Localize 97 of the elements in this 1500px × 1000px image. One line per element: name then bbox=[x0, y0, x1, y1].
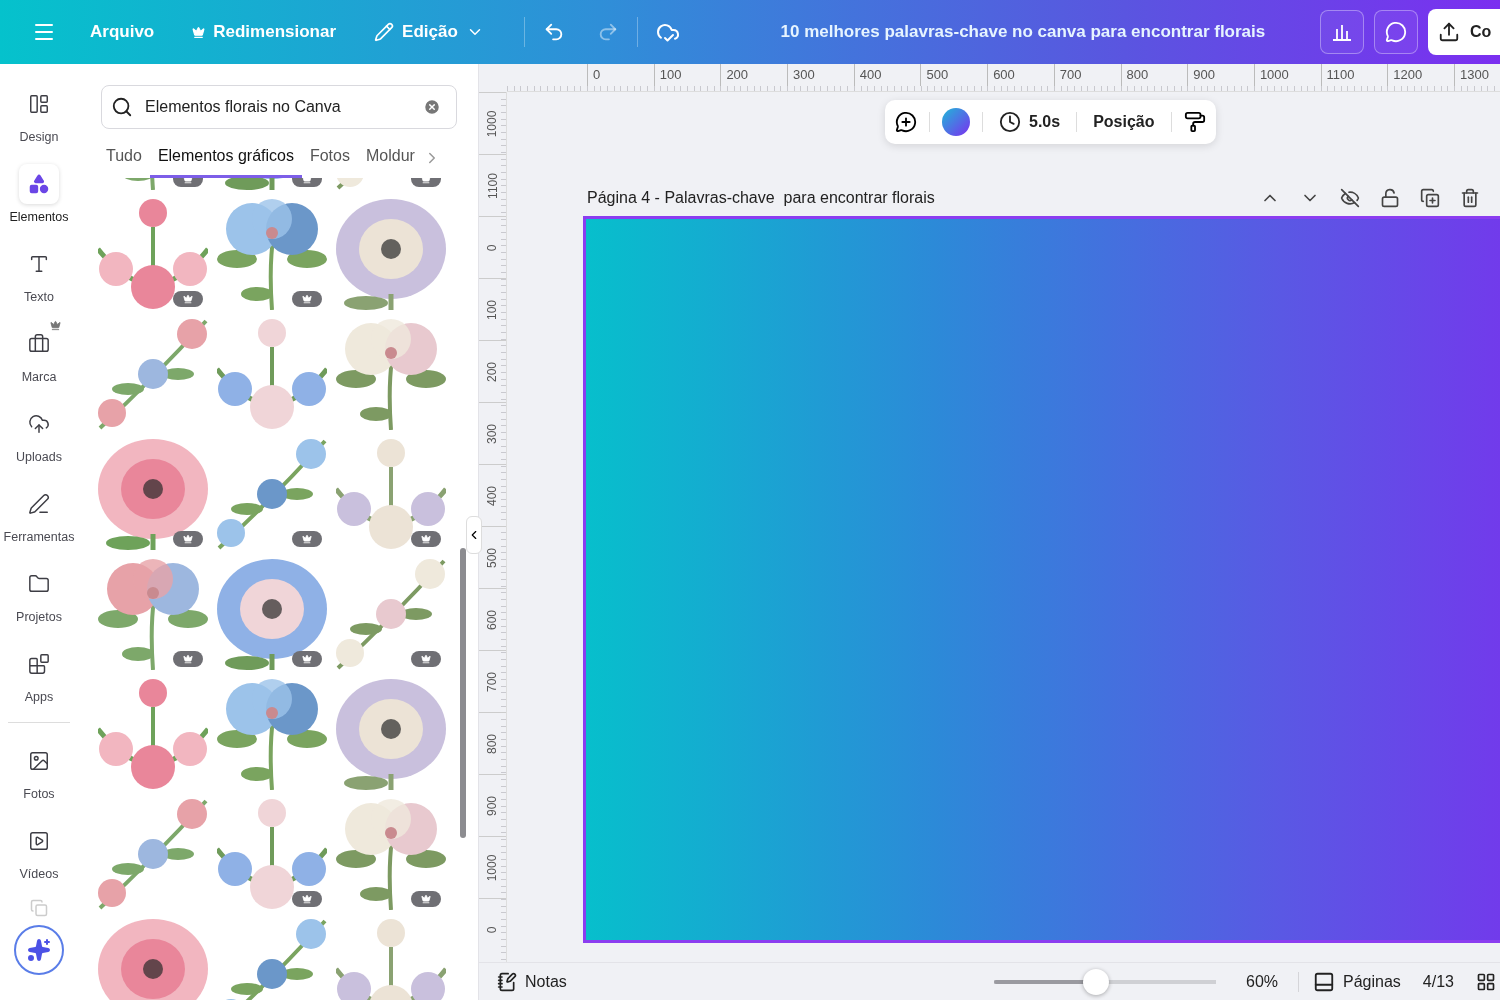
crown-icon bbox=[302, 294, 312, 304]
lock-icon[interactable] bbox=[1380, 188, 1400, 208]
ruler-label: 1100 bbox=[1320, 64, 1388, 86]
ruler-label: 700 bbox=[485, 671, 500, 692]
crown-icon bbox=[302, 534, 312, 544]
ruler-label: 700 bbox=[1053, 64, 1121, 86]
notes-button[interactable]: Notas bbox=[493, 967, 571, 996]
upload-icon bbox=[1438, 21, 1460, 43]
eye-off-icon[interactable] bbox=[1340, 188, 1360, 208]
document-title[interactable]: 10 melhores palavras-chave no canva para encontrar florais bbox=[685, 22, 1320, 42]
cloud-upload-icon bbox=[28, 413, 50, 435]
ruler-label: 1000 bbox=[485, 854, 500, 881]
ruler-label: 800 bbox=[485, 733, 500, 754]
speech-bubble-icon bbox=[1385, 21, 1407, 43]
pen-icon bbox=[28, 493, 50, 515]
sidebar-item[interactable]: Marca bbox=[0, 320, 78, 400]
briefcase-icon bbox=[28, 333, 50, 355]
crown-icon bbox=[302, 654, 312, 664]
ruler-label: 600 bbox=[485, 609, 500, 630]
page-count[interactable]: 4/13 bbox=[1418, 968, 1458, 995]
apps-icon bbox=[28, 653, 50, 675]
crown-icon bbox=[421, 894, 431, 904]
sidebar-item[interactable]: Design bbox=[0, 80, 78, 160]
sidebar-item[interactable]: Texto bbox=[0, 240, 78, 320]
slider-thumb[interactable] bbox=[1083, 968, 1110, 995]
folder-icon bbox=[28, 573, 50, 595]
duplicate-icon[interactable] bbox=[1420, 188, 1440, 208]
ruler-label: 500 bbox=[920, 64, 988, 86]
crown-icon bbox=[183, 654, 193, 664]
comment-button[interactable] bbox=[1374, 10, 1418, 54]
crown-icon bbox=[421, 654, 431, 664]
ruler-label: 400 bbox=[485, 485, 500, 506]
crown-icon bbox=[183, 294, 193, 304]
category-tab[interactable]: Moldur bbox=[357, 143, 423, 178]
comment-add-icon[interactable] bbox=[895, 111, 917, 133]
sidebar-item[interactable]: Fotos bbox=[0, 737, 78, 817]
ruler-label: 1000 bbox=[1253, 64, 1321, 86]
ruler-label: 900 bbox=[1187, 64, 1254, 86]
scrollbar-thumb[interactable] bbox=[460, 548, 466, 838]
crown-icon bbox=[421, 534, 431, 544]
ruler-label: 0 bbox=[485, 926, 500, 933]
pencil-icon bbox=[374, 22, 395, 42]
sidebar-item[interactable]: Vídeos bbox=[0, 817, 78, 897]
sidebar-item[interactable]: Elementos bbox=[0, 160, 78, 240]
grid-icon bbox=[1476, 971, 1496, 992]
notes-icon bbox=[497, 971, 517, 992]
clock-icon bbox=[999, 111, 1021, 133]
ruler-label: 600 bbox=[987, 64, 1054, 86]
layout-icon bbox=[28, 93, 50, 115]
ruler-label: 800 bbox=[1120, 64, 1188, 86]
ruler-label: 300 bbox=[787, 64, 854, 86]
sparkles-icon bbox=[27, 938, 51, 962]
ruler-label: 100 bbox=[653, 64, 721, 86]
ruler-label: 0 bbox=[485, 244, 500, 251]
ruler-label: 400 bbox=[853, 64, 921, 86]
image-icon bbox=[28, 750, 50, 772]
crown-icon bbox=[302, 894, 312, 904]
text-icon bbox=[28, 253, 50, 275]
category-tab[interactable]: Tudo bbox=[98, 143, 150, 178]
page-canvas[interactable] bbox=[583, 216, 1500, 943]
paint-roller-icon[interactable] bbox=[1183, 111, 1206, 133]
sidebar-item[interactable]: Ferramentas bbox=[0, 480, 78, 560]
ruler-label: 1000 bbox=[485, 110, 500, 137]
ruler-label: 200 bbox=[720, 64, 788, 86]
ruler-label: 1100 bbox=[485, 172, 500, 199]
category-tab[interactable]: Fotos bbox=[301, 143, 358, 178]
search-field[interactable]: Elementos florais no Canva bbox=[101, 85, 457, 129]
ruler-label: 1200 bbox=[1387, 64, 1454, 86]
collapse-button[interactable] bbox=[466, 516, 482, 554]
pages-button[interactable]: Páginas bbox=[1309, 966, 1405, 997]
color-swatch[interactable] bbox=[942, 108, 970, 136]
zoom-reading: 60% bbox=[1246, 972, 1279, 991]
ruler-label: 100 bbox=[485, 299, 500, 320]
magic-button[interactable] bbox=[14, 925, 64, 975]
ruler-label: 500 bbox=[485, 547, 500, 568]
sidebar-item[interactable]: Apps bbox=[0, 640, 78, 720]
share-button[interactable]: Co bbox=[1428, 9, 1500, 55]
video-icon bbox=[28, 830, 50, 852]
crown-icon bbox=[192, 25, 206, 39]
trash-icon[interactable] bbox=[1460, 188, 1480, 208]
faded-icon bbox=[30, 899, 48, 917]
position-button[interactable]: Posição bbox=[1089, 109, 1159, 135]
crown-icon bbox=[50, 320, 61, 331]
ruler-label: 0 bbox=[587, 64, 654, 86]
shapes-icon bbox=[28, 173, 50, 195]
pages-icon bbox=[1313, 970, 1336, 993]
sidebar-item[interactable]: Uploads bbox=[0, 400, 78, 480]
ruler-label: 200 bbox=[485, 361, 500, 382]
ruler-label: 300 bbox=[485, 423, 500, 444]
search-icon bbox=[111, 96, 133, 118]
page-title[interactable]: Página 4 - Palavras-chave para encontrar florais bbox=[587, 189, 1260, 207]
ruler-label: 900 bbox=[485, 795, 500, 816]
duration-button[interactable]: 5.0s bbox=[995, 107, 1065, 137]
chart-button[interactable] bbox=[1320, 10, 1364, 54]
sidebar-item[interactable]: Projetos bbox=[0, 560, 78, 640]
ruler-label: 1300 bbox=[1453, 64, 1500, 86]
crown-icon bbox=[183, 534, 193, 544]
